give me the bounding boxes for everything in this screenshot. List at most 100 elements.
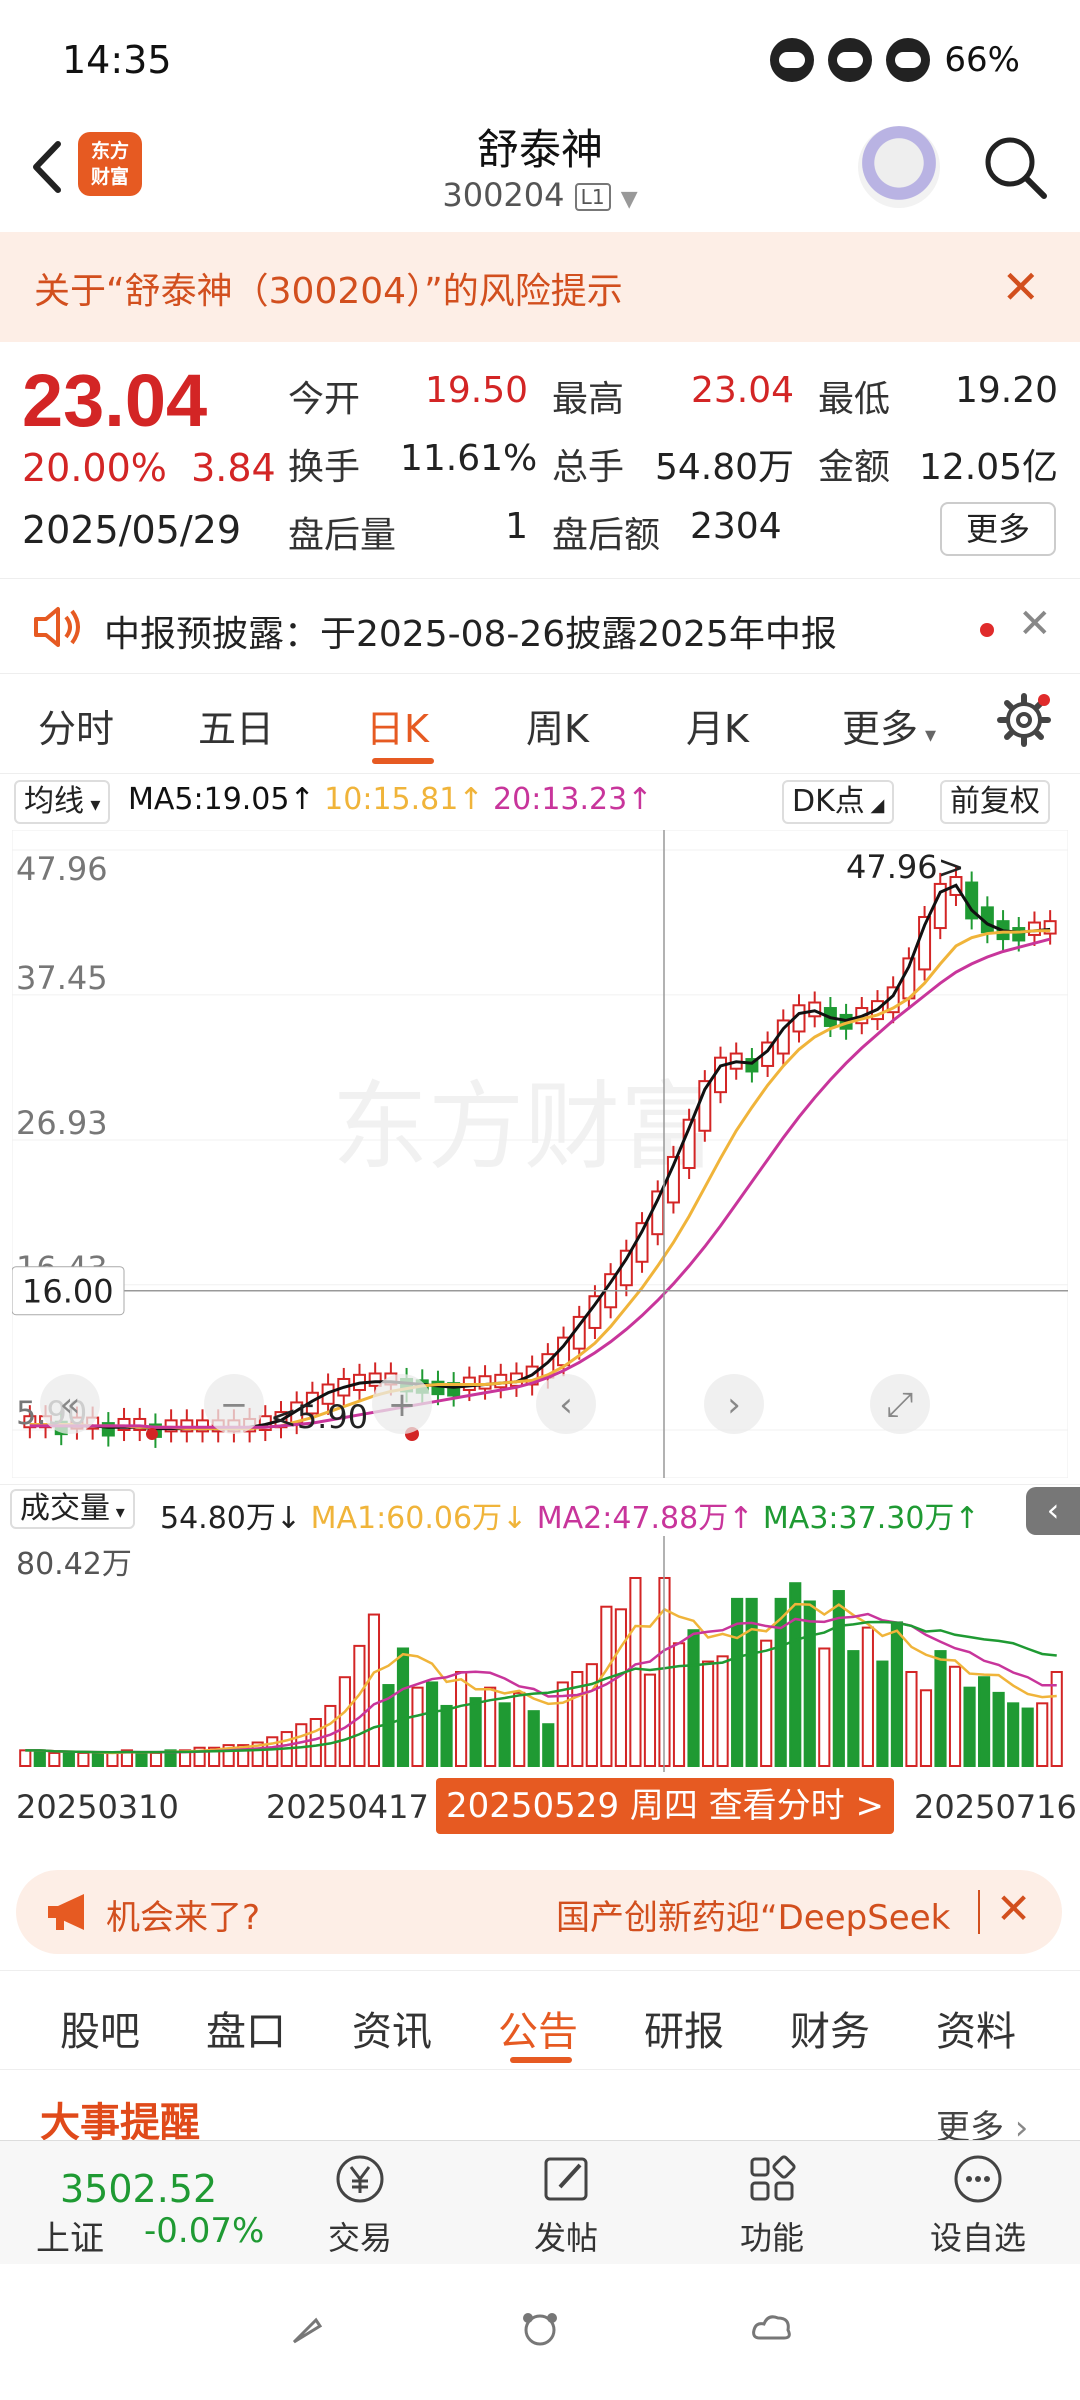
events-section: 大事提醒 更多 › [0,2070,1080,2148]
tab-forum[interactable]: 股吧 [60,1999,140,2057]
volume-bar [353,1644,366,1767]
tab-monthly-k[interactable]: 月K [686,698,749,753]
tab-intraday[interactable]: 分时 [38,698,114,753]
candle-body [619,1249,633,1287]
date-label-start: 20250310 [16,1788,179,1826]
features-button[interactable]: 功能 [712,2151,832,2259]
price-change: 20.00% 3.84 [22,446,276,490]
max-price-label: 47.96> [846,848,964,886]
close-icon[interactable]: ✕ [1018,601,1052,647]
indicator-type-select[interactable]: 均线 ▾ [14,780,111,824]
volume-value: 54.80万 [654,447,794,488]
more-quote-button[interactable]: 更多 [940,502,1056,556]
chevron-left-icon-glyph: ‹ [559,1385,573,1425]
ma-values: MA5:19.05↑ 10:15.81↑ 20:13.23↑ [128,782,652,817]
volume-bar [1021,1707,1034,1767]
volume-bar [1007,1702,1020,1768]
volume-bar [890,1621,904,1767]
risk-banner-text: 关于“舒泰神（300204）”的风险提示 [34,271,623,312]
turnover-value: 11.61% [400,438,538,479]
volume-bar [978,1676,991,1767]
candle-body [714,1056,728,1094]
status-icons: 66% [770,38,1020,82]
earnings-notice[interactable]: 中报预披露：于2025-08-26披露2025年中报 ✕ [0,578,1080,674]
date-label-end: 20250716 [914,1788,1077,1826]
panda-icon[interactable] [516,2308,564,2348]
candle-body [1027,921,1041,936]
volume-bar [527,1710,540,1767]
tab-weekly-k[interactable]: 周K [526,698,589,753]
search-icon[interactable] [980,132,1050,202]
volume-legend: 成交量 ▾ 54.80万↓ MA1:60.06万↓ MA2:47.88万↑ MA… [0,1484,1080,1536]
low-value: 19.20 [954,370,1058,411]
volume-indicator-select[interactable]: 成交量 ▾ [10,1489,135,1529]
risk-banner[interactable]: 关于“舒泰神（300204）”的风险提示 ✕ [0,232,1080,342]
tab-profile[interactable]: 资料 [936,1999,1016,2057]
candle-body [368,1372,382,1387]
current-price: 23.04 [22,359,208,442]
volume-bar [585,1663,598,1768]
volume-bar [701,1660,715,1767]
cloud-icon[interactable] [750,2308,794,2348]
open-label: 今开 [288,379,361,420]
volume-bar [295,1723,308,1767]
promo-title: 机会来了? [106,1898,261,1938]
megaphone-icon [48,1894,84,1930]
volume-bar [803,1600,816,1768]
candlestick-chart[interactable]: 东方财富 47.9637.4526.9316.435.90 16.0047.96… [12,830,1068,1478]
tab-five-day[interactable]: 五日 [198,698,274,753]
dk-points-select[interactable]: DK点 ◢ [782,780,895,824]
volume-bar [818,1647,831,1767]
post-button[interactable]: 发帖 [506,2151,626,2259]
signal-icon [770,38,815,82]
system-navigation [0,2264,1080,2400]
carrot-icon[interactable] [286,2308,326,2348]
close-icon[interactable]: ✕ [1001,260,1040,314]
tab-news[interactable]: 资讯 [352,1999,432,2057]
index-value[interactable]: 3502.52 [60,2167,217,2211]
tab-research[interactable]: 研报 [644,1999,724,2057]
caret-down-icon: ▼ [620,187,638,212]
amount-label: 金额 [818,447,891,488]
turnover-label: 换手 [288,447,361,488]
y-tick-label: 37.45 [16,959,108,997]
tab-daily-k[interactable]: 日K [366,698,429,753]
close-icon[interactable]: ✕ [996,1884,1031,1933]
stock-code: 300204 [442,176,565,214]
candle-body [1012,927,1026,942]
assistant-avatar[interactable] [858,126,940,208]
expand-icon-glyph: ⤢ [886,1385,913,1425]
index-name: 上证 [36,2219,104,2259]
active-tab-indicator [372,758,434,764]
volume-current: 54.80万↓ [160,1501,302,1536]
volume-bar [135,1751,148,1767]
promo-banner[interactable]: 机会来了? 国产创新药迎“DeepSeek ✕ [16,1870,1062,1954]
quote-date: 2025/05/29 [22,508,242,552]
volume-bar [948,1665,962,1767]
date-axis: 20250310 20250417 20250529 周四 查看分时 > 202… [0,1778,1080,1834]
volume-chart[interactable]: 80.42万 [12,1536,1068,1772]
volume-bar [672,1642,686,1767]
min-price-label: <5.90 [270,1398,368,1436]
tab-more[interactable]: 更多 ▾ [842,698,936,753]
volume-bar [687,1629,700,1768]
tab-order-book[interactable]: 盘口 [206,1999,286,2057]
volume-bar [455,1670,468,1767]
tab-financials[interactable]: 财务 [790,1999,870,2057]
ellipsis-circle-icon [954,2155,1002,2203]
tab-announcements[interactable]: 公告 [498,1999,578,2057]
add-watchlist-button[interactable]: 设自选 [918,2151,1038,2259]
volume-bar [498,1702,511,1768]
promo-headline: 国产创新药迎“DeepSeek [556,1898,951,1938]
crosshair-value: 16.00 [22,1273,114,1311]
adjustment-select[interactable]: 前复权 [940,780,1050,824]
trade-button[interactable]: 交易 [300,2151,420,2259]
open-value: 19.50 [424,370,528,411]
edit-icon [544,2157,588,2201]
collapse-panel-icon[interactable]: ‹ [1026,1487,1080,1535]
view-intraday-badge[interactable]: 20250529 周四 查看分时 > [436,1778,894,1834]
volume-bar [905,1670,918,1767]
notice-text: 中报预披露：于2025-08-26披露2025年中报 [104,614,837,655]
volume-bar [847,1650,860,1767]
gear-icon[interactable] [996,692,1052,748]
